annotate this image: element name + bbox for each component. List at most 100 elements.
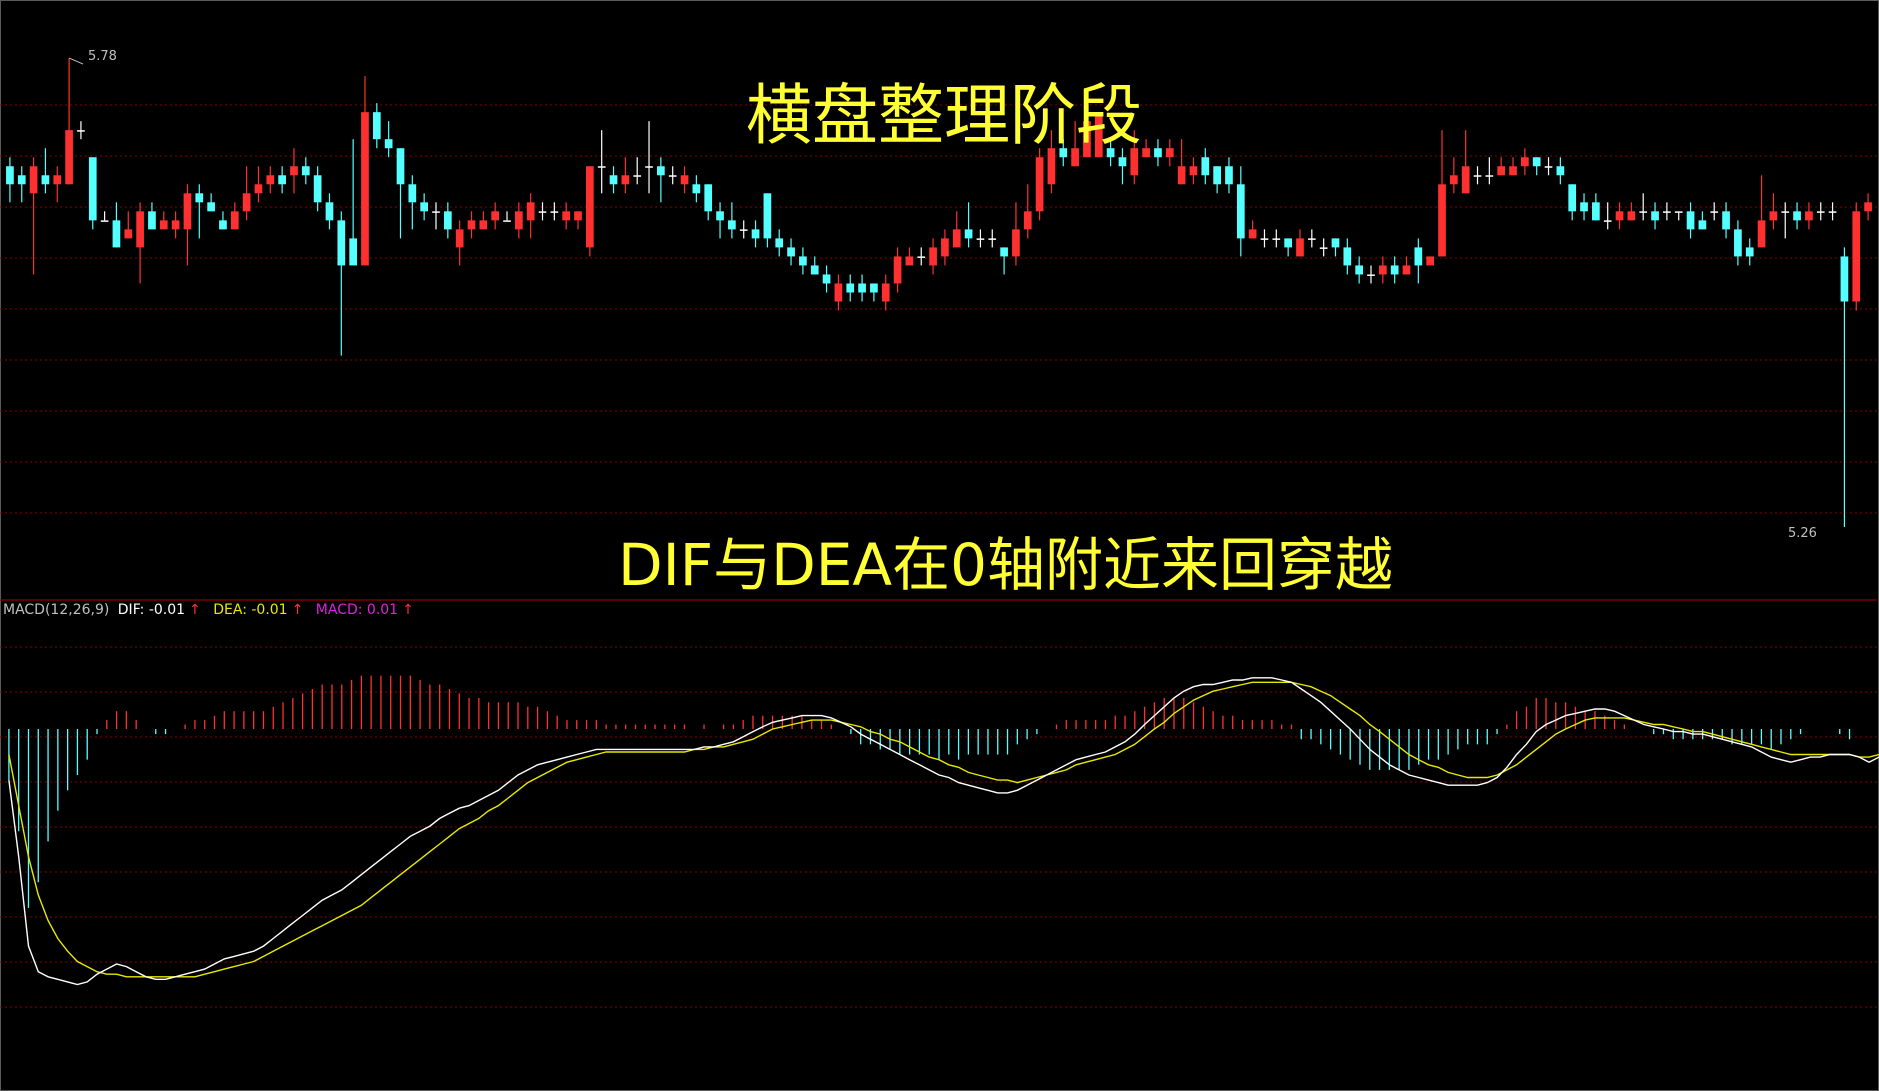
candle-body bbox=[100, 220, 109, 222]
candle-body bbox=[77, 130, 85, 132]
candle-body bbox=[1189, 166, 1198, 176]
candle-body bbox=[1793, 211, 1801, 221]
candle-body bbox=[230, 211, 239, 230]
candle-body bbox=[1592, 202, 1600, 221]
candle-body bbox=[562, 211, 571, 221]
candle-body bbox=[988, 238, 997, 240]
candle-body bbox=[633, 175, 642, 177]
candle-body bbox=[337, 220, 346, 266]
candle-body bbox=[1473, 175, 1482, 177]
candle-body bbox=[1769, 211, 1778, 221]
candle-body bbox=[976, 238, 985, 240]
dif-line bbox=[8, 677, 1879, 986]
candle-body bbox=[810, 265, 819, 275]
candle-body bbox=[1639, 211, 1648, 213]
candle-body bbox=[1438, 184, 1446, 257]
candle-body bbox=[242, 193, 251, 212]
candle-body bbox=[1284, 238, 1292, 248]
candle-body bbox=[1331, 238, 1340, 248]
candle-body bbox=[586, 166, 594, 248]
candle-body bbox=[1781, 211, 1790, 213]
dif-legend: DIF: -0.01 ↑ bbox=[118, 602, 205, 618]
candle-body bbox=[6, 166, 14, 185]
candle-body bbox=[1521, 157, 1529, 167]
candle-body bbox=[538, 211, 547, 213]
candle-body bbox=[1651, 211, 1659, 221]
candle-body bbox=[1367, 274, 1375, 276]
candle-body bbox=[763, 193, 772, 239]
candle-body bbox=[1343, 247, 1352, 266]
candle-body bbox=[870, 283, 878, 293]
candle-body bbox=[372, 112, 381, 140]
candle-body bbox=[1012, 229, 1020, 257]
candle-body bbox=[716, 211, 724, 221]
candle-body bbox=[787, 247, 795, 257]
candle-body bbox=[384, 139, 393, 149]
candle-body bbox=[1674, 211, 1683, 213]
candle-body bbox=[1154, 148, 1162, 158]
candle-body bbox=[846, 283, 855, 293]
macd-legend-value: MACD: 0.01 bbox=[315, 602, 399, 618]
candle-body bbox=[1248, 229, 1257, 239]
candle-body bbox=[929, 247, 937, 266]
macd-legend-name: MACD(12,26,9) bbox=[3, 602, 110, 618]
candle-body bbox=[881, 283, 890, 302]
candle-body bbox=[1225, 166, 1233, 185]
candle-body bbox=[396, 148, 405, 185]
candle-body bbox=[1213, 166, 1221, 185]
candle-body bbox=[1461, 166, 1470, 194]
candle-body bbox=[1757, 220, 1766, 248]
candle-body bbox=[65, 130, 73, 185]
candle-body bbox=[1426, 256, 1435, 266]
low-price-label: 5.26 bbox=[1788, 526, 1817, 541]
candle-body bbox=[1201, 157, 1210, 176]
candle-body bbox=[692, 184, 701, 194]
candle-body bbox=[728, 220, 736, 230]
candle-body bbox=[668, 175, 677, 177]
candle-body bbox=[775, 238, 784, 248]
candle-body bbox=[1698, 220, 1707, 230]
candle-body bbox=[657, 166, 665, 176]
candle-body bbox=[1023, 211, 1032, 230]
candle-body bbox=[550, 211, 559, 213]
high-price-label: 5.78 bbox=[88, 49, 117, 64]
candle-body bbox=[1236, 184, 1245, 239]
candle-body bbox=[680, 175, 689, 185]
macd-legend: MACD(12,26,9) DIF: -0.01 ↑ DEA: -0.01 ↑ MA… bbox=[3, 602, 422, 618]
candle-body bbox=[645, 166, 653, 168]
candle-body bbox=[1686, 211, 1695, 230]
candle-body bbox=[278, 175, 286, 185]
candle-body bbox=[171, 220, 180, 230]
candle-body bbox=[1627, 211, 1636, 221]
dea-legend-value: DEA: -0.01 bbox=[213, 602, 288, 618]
candle-body bbox=[1864, 202, 1872, 212]
candle-body bbox=[408, 184, 417, 203]
candle-body bbox=[1165, 148, 1174, 158]
candle-body bbox=[361, 112, 369, 266]
candle-body bbox=[136, 211, 144, 248]
candle-body bbox=[514, 211, 523, 230]
candle-body bbox=[159, 220, 168, 230]
candle-body bbox=[1852, 211, 1861, 302]
candle-body bbox=[704, 184, 713, 212]
candle-body bbox=[1509, 166, 1517, 176]
candle-body bbox=[526, 202, 535, 221]
candle-body bbox=[739, 229, 748, 231]
candle-body bbox=[1544, 166, 1553, 168]
candle-body bbox=[1532, 157, 1541, 167]
candle-body bbox=[1485, 175, 1494, 177]
dea-line bbox=[8, 681, 1879, 978]
candle-body bbox=[621, 175, 630, 185]
candle-body bbox=[207, 202, 215, 212]
candle-body bbox=[1663, 211, 1671, 213]
candle-body bbox=[1307, 238, 1316, 240]
candle-body bbox=[467, 220, 476, 230]
candle-body bbox=[479, 220, 488, 230]
candle-body bbox=[254, 184, 263, 194]
candle-body bbox=[325, 202, 334, 221]
candle-body bbox=[858, 283, 866, 293]
candle-body bbox=[834, 283, 843, 302]
candle-body bbox=[1449, 175, 1458, 185]
candle-body bbox=[1355, 265, 1364, 275]
candle-body bbox=[941, 238, 949, 257]
